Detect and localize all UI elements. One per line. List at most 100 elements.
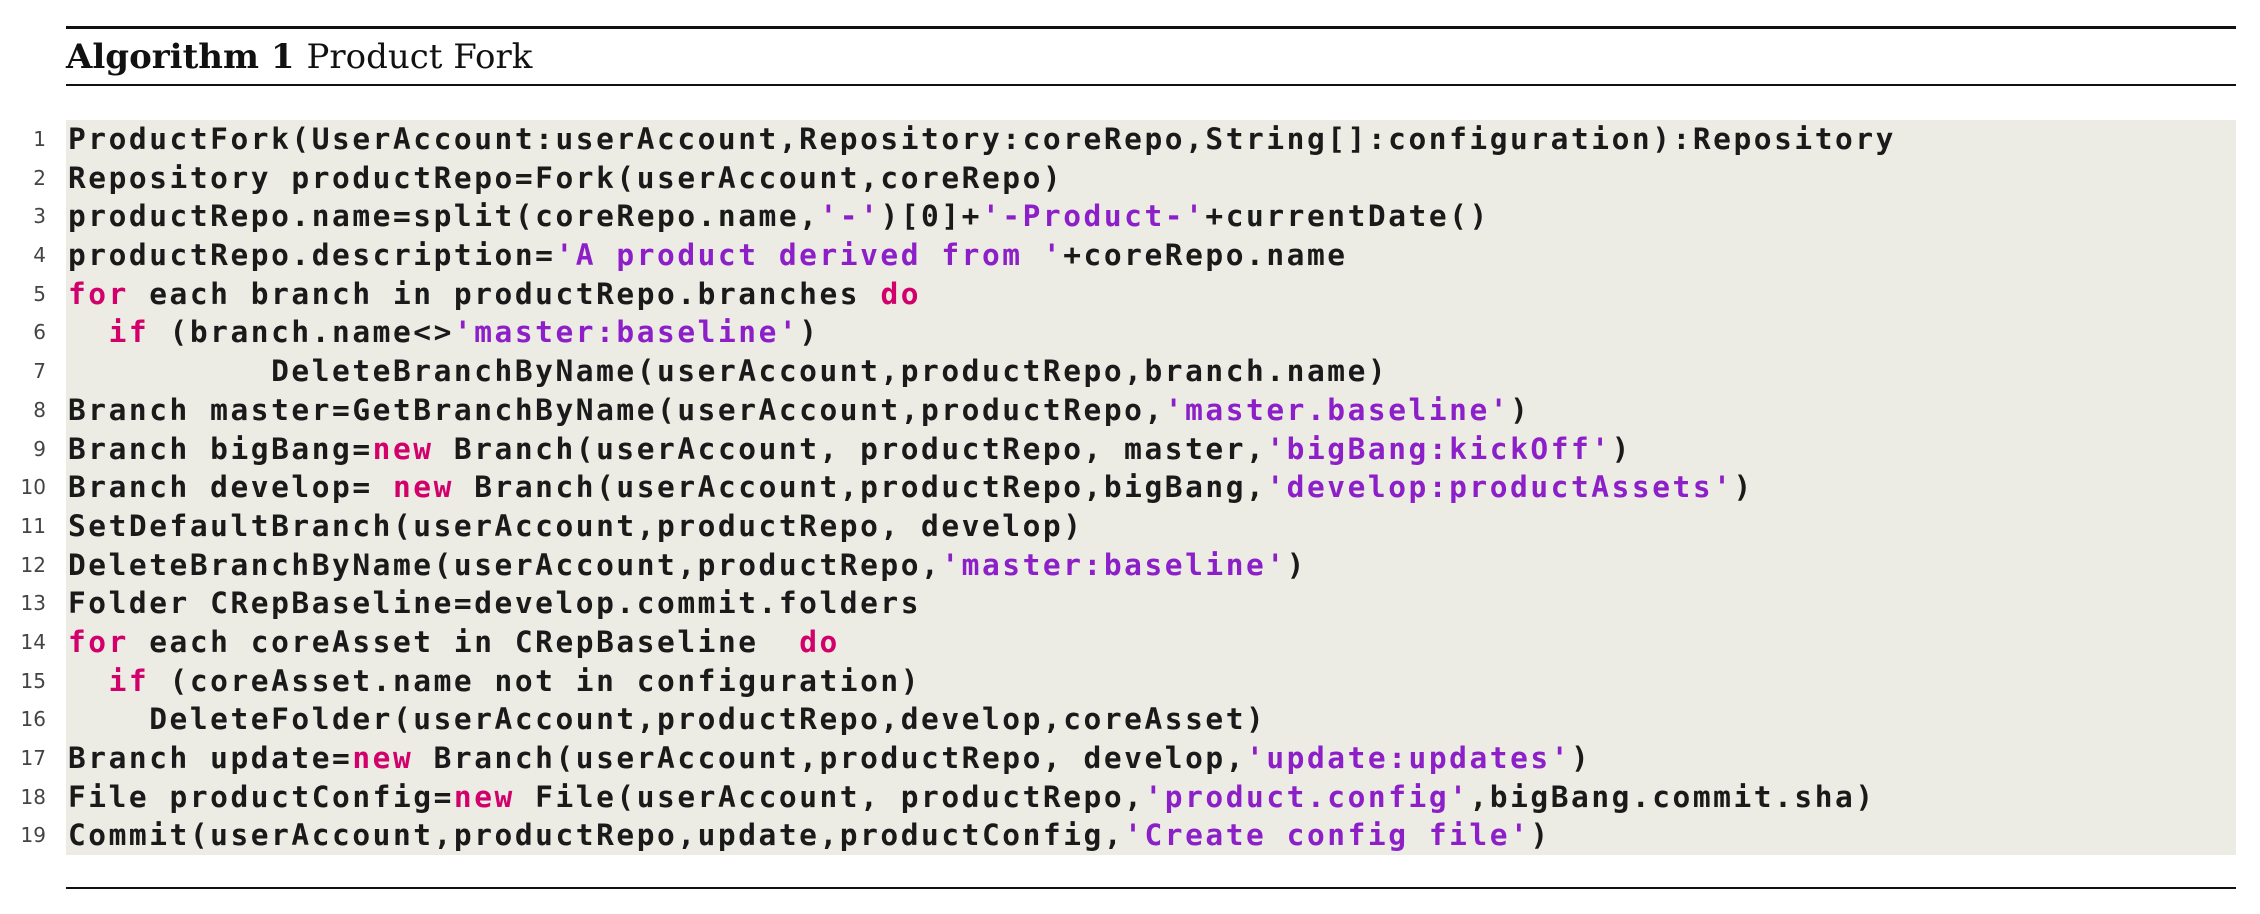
code-token: ) bbox=[1571, 741, 1592, 775]
code-string: '-' bbox=[819, 199, 881, 234]
code-string: 'master.baseline' bbox=[1164, 392, 1511, 427]
code-line: 5 for each branch in productRepo.branches… bbox=[0, 275, 2236, 314]
code-token: Branch bigBang= bbox=[68, 431, 373, 466]
code-token: Branch master=GetBranchByName(userAccoun… bbox=[68, 392, 1165, 427]
code-keyword: for bbox=[68, 276, 129, 311]
line-number: 16 bbox=[20, 707, 46, 732]
line-number: 4 bbox=[33, 243, 46, 268]
algorithm-label: Algorithm 1 bbox=[66, 37, 295, 77]
line-number: 18 bbox=[20, 784, 46, 809]
code-token: each branch in productRepo.branches bbox=[128, 276, 881, 311]
code-keyword: new bbox=[392, 470, 454, 505]
code-text: Branch update=new Branch(userAccount,pro… bbox=[68, 739, 1591, 778]
code-token: DeleteBranchByName(userAccount,productRe… bbox=[271, 354, 1389, 389]
line-number: 5 bbox=[33, 281, 46, 306]
code-token: ) bbox=[1286, 547, 1307, 582]
code-token: SetDefaultBranch(userAccount,productRepo… bbox=[68, 508, 1084, 543]
code-text: Folder CRepBaseline=develop.commit.folde… bbox=[68, 584, 921, 623]
code-token: ) bbox=[1530, 818, 1551, 853]
code-token: (coreAsset.name not in configuration) bbox=[149, 663, 922, 698]
code-text: ProductFork(UserAccount:userAccount,Repo… bbox=[68, 120, 1896, 159]
code-line: 1 ProductFork(UserAccount:userAccount,Rep… bbox=[0, 120, 2236, 159]
line-number: 19 bbox=[20, 823, 46, 848]
code-line: 13 Folder CRepBaseline=develop.commit.fol… bbox=[0, 584, 2236, 623]
code-listing: 1 ProductFork(UserAccount:userAccount,Rep… bbox=[0, 120, 2236, 855]
code-token: Commit(userAccount,productRepo,update,pr… bbox=[68, 818, 1125, 853]
line-number: 3 bbox=[33, 204, 46, 229]
code-text: for each coreAsset in CRepBaseline do bbox=[68, 623, 840, 662]
line-number: 17 bbox=[20, 746, 46, 770]
code-text: if (coreAsset.name not in configuration) bbox=[68, 662, 921, 701]
code-keyword: new bbox=[372, 431, 434, 466]
code-token: +currentDate() bbox=[1205, 199, 1490, 234]
code-string: 'bigBang:kickOff' bbox=[1266, 431, 1612, 466]
code-keyword: new bbox=[352, 741, 414, 775]
code-line: 7 DeleteBranchByName(userAccount,product… bbox=[0, 352, 2236, 391]
code-string: '-Product-' bbox=[982, 199, 1206, 234]
code-text: productRepo.name=split(coreRepo.name,'-'… bbox=[68, 197, 1490, 236]
algorithm-caption: Algorithm 1 Product Fork bbox=[66, 32, 532, 82]
line-number: 10 bbox=[20, 475, 46, 500]
code-line: 15 if (coreAsset.name not in configurati… bbox=[0, 662, 2236, 701]
code-keyword: new bbox=[453, 779, 515, 814]
code-token: ) bbox=[1733, 470, 1754, 505]
line-number: 1 bbox=[33, 127, 46, 151]
code-line: 16 DeleteFolder(userAccount,productRepo,… bbox=[0, 700, 2236, 739]
code-line: 9 Branch bigBang=new Branch(userAccount, … bbox=[0, 430, 2236, 469]
code-text: Branch develop= new Branch(userAccount,p… bbox=[68, 468, 1754, 507]
line-number: 7 bbox=[33, 359, 46, 384]
code-line: 14 for each coreAsset in CRepBaseline do bbox=[0, 623, 2236, 662]
code-token: ) bbox=[799, 315, 820, 350]
code-token: Branch(userAccount,productRepo,bigBang, bbox=[453, 470, 1267, 505]
code-line: 18 File productConfig=new File(userAccoun… bbox=[0, 778, 2236, 817]
code-string: 'develop:productAssets' bbox=[1266, 470, 1734, 505]
code-keyword: do bbox=[880, 276, 922, 311]
code-token: each coreAsset in CRepBaseline bbox=[128, 624, 800, 659]
line-number: 15 bbox=[20, 668, 46, 693]
code-line: 17 Branch update=new Branch(userAccount,p… bbox=[0, 739, 2236, 778]
code-string: 'A product derived from ' bbox=[555, 238, 1064, 273]
code-text: File productConfig=new File(userAccount,… bbox=[68, 778, 1876, 817]
code-line: 2 Repository productRepo=Fork(userAccount… bbox=[0, 159, 2236, 198]
code-keyword: if bbox=[108, 663, 150, 698]
code-line: 19 Commit(userAccount,productRepo,update,… bbox=[0, 816, 2236, 855]
code-keyword: if bbox=[108, 315, 150, 350]
code-line: 3 productRepo.name=split(coreRepo.name,'-… bbox=[0, 197, 2236, 236]
code-line: 4 productRepo.description='A product deri… bbox=[0, 236, 2236, 275]
code-token: ) bbox=[1611, 431, 1632, 466]
bottom-rule bbox=[66, 887, 2236, 889]
code-text: DeleteFolder(userAccount,productRepo,dev… bbox=[68, 700, 1266, 739]
line-number: 2 bbox=[33, 165, 46, 190]
code-string: 'master:baseline' bbox=[941, 547, 1287, 582]
line-number: 12 bbox=[20, 552, 46, 577]
line-number: 6 bbox=[33, 320, 46, 345]
caption-rule bbox=[66, 84, 2236, 86]
code-text: productRepo.description='A product deriv… bbox=[68, 236, 1348, 275]
code-text: Commit(userAccount,productRepo,update,pr… bbox=[68, 816, 1551, 855]
code-text: Branch bigBang=new Branch(userAccount, p… bbox=[68, 430, 1632, 469]
code-string: 'master:baseline' bbox=[453, 315, 800, 350]
code-token: productRepo.name=split(coreRepo.name, bbox=[68, 199, 820, 234]
code-token: +coreRepo.name bbox=[1063, 238, 1348, 273]
code-text: for each branch in productRepo.branches … bbox=[68, 275, 921, 314]
code-text: DeleteBranchByName(userAccount,productRe… bbox=[68, 352, 1388, 391]
code-token: Repository productRepo=Fork(userAccount,… bbox=[68, 160, 1064, 195]
code-token: )[0]+ bbox=[880, 199, 982, 234]
code-text: if (branch.name<>'master:baseline') bbox=[68, 313, 820, 352]
line-number: 9 bbox=[33, 436, 46, 461]
code-string: 'product.config' bbox=[1144, 779, 1470, 814]
code-token: Branch(userAccount, productRepo, master, bbox=[433, 431, 1267, 466]
line-number: 13 bbox=[20, 591, 46, 616]
code-text: Repository productRepo=Fork(userAccount,… bbox=[68, 159, 1063, 198]
algorithm-title: Product Fork bbox=[306, 37, 533, 77]
code-token: Branch develop= bbox=[68, 470, 393, 505]
code-token: Folder CRepBaseline=develop.commit.folde… bbox=[68, 586, 922, 621]
code-string: 'update:updates' bbox=[1246, 741, 1571, 775]
code-line: 11 SetDefaultBranch(userAccount,productRe… bbox=[0, 507, 2236, 546]
code-text: SetDefaultBranch(userAccount,productRepo… bbox=[68, 507, 1084, 546]
code-string: 'Create config file' bbox=[1124, 818, 1531, 853]
